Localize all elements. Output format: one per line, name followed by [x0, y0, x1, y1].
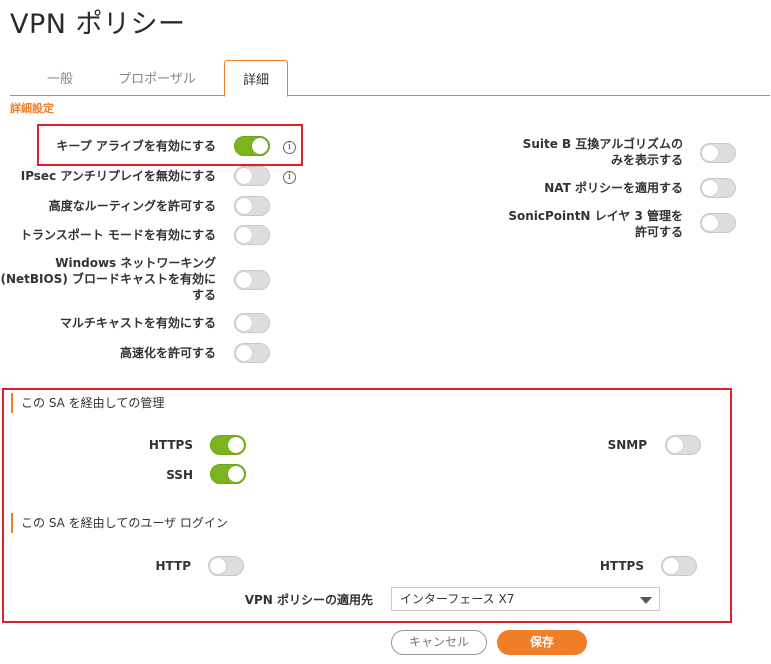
keepalive-toggle[interactable] [234, 136, 270, 156]
suiteb-label-line1: Suite B 互換アルゴリズムの [522, 137, 683, 151]
toggle-knob [252, 138, 268, 154]
chevron-down-icon [640, 597, 652, 604]
login-https-label: HTTPS [599, 559, 644, 573]
toggle-knob [236, 168, 252, 184]
mgmt-https-toggle[interactable] [210, 435, 246, 455]
transport-mode-toggle[interactable] [234, 225, 270, 245]
suiteb-label: Suite B 互換アルゴリズムの みを表示する [523, 136, 683, 168]
netbios-label-line3: する [191, 288, 216, 302]
sonicpoint-l3-toggle[interactable] [700, 213, 736, 233]
toggle-knob [228, 437, 244, 453]
mgmt-https-label: HTTPS [148, 438, 193, 452]
multicast-label: マルチキャストを有効にする [59, 316, 216, 330]
advanced-routing-toggle[interactable] [234, 196, 270, 216]
apply-to-select[interactable]: インターフェース X7 [391, 587, 660, 611]
toggle-knob [236, 198, 252, 214]
acceleration-label: 高速化を許可する [119, 346, 216, 360]
sonicpoint-l3-label: SonicPointN レイヤ 3 管理を 許可する [508, 208, 683, 240]
keepalive-info-icon[interactable]: i [283, 141, 296, 154]
keepalive-label: キープ アライブを有効にする [56, 139, 216, 153]
tab-proposals[interactable]: プロポーザル [103, 60, 211, 95]
page-title: VPN ポリシー [10, 9, 186, 40]
toggle-knob [210, 558, 226, 574]
suiteb-toggle[interactable] [700, 143, 736, 163]
nat-policy-label: NAT ポリシーを適用する [544, 181, 683, 195]
toggle-knob [702, 145, 718, 161]
toggle-knob [236, 227, 252, 243]
tab-general[interactable]: 一般 [30, 60, 90, 95]
suiteb-label-line2: みを表示する [610, 153, 683, 167]
toggle-knob [236, 272, 252, 288]
mgmt-snmp-toggle[interactable] [665, 435, 701, 455]
apply-to-label: VPN ポリシーの適用先 [244, 593, 373, 607]
transport-mode-label: トランスポート モードを有効にする [19, 228, 216, 242]
toggle-knob [702, 215, 718, 231]
ipsec-antireplay-label: IPsec アンチリプレイを無効にする [20, 169, 216, 183]
netbios-label-line1: Windows ネットワーキング [55, 256, 216, 270]
netbios-broadcast-toggle[interactable] [234, 270, 270, 290]
multicast-toggle[interactable] [234, 313, 270, 333]
toggle-knob [236, 315, 252, 331]
login-http-label: HTTP [155, 559, 191, 573]
sonicpoint-label-line2: 許可する [634, 225, 683, 239]
netbios-label-line2: (NetBIOS) ブロードキャストを有効に [0, 272, 216, 286]
tab-advanced[interactable]: 詳細 [224, 60, 288, 97]
mgmt-ssh-toggle[interactable] [210, 464, 246, 484]
mgmt-snmp-label: SNMP [607, 438, 647, 452]
netbios-broadcast-label: Windows ネットワーキング (NetBIOS) ブロードキャストを有効に … [0, 255, 216, 303]
ipsec-antireplay-toggle[interactable] [234, 166, 270, 186]
apply-to-value: インターフェース X7 [400, 592, 515, 606]
advanced-routing-label: 高度なルーティングを許可する [48, 199, 216, 213]
save-button[interactable]: 保存 [497, 630, 587, 655]
toggle-knob [663, 558, 679, 574]
login-https-toggle[interactable] [661, 556, 697, 576]
tab-underline [10, 95, 770, 96]
sonicpoint-label-line1: SonicPointN レイヤ 3 管理を [508, 209, 683, 223]
toggle-knob [667, 437, 683, 453]
login-http-toggle[interactable] [208, 556, 244, 576]
toggle-knob [702, 180, 718, 196]
toggle-knob [228, 466, 244, 482]
toggle-knob [236, 345, 252, 361]
management-heading: この SA を経由しての管理 [11, 393, 164, 413]
acceleration-toggle[interactable] [234, 343, 270, 363]
mgmt-ssh-label: SSH [166, 468, 193, 482]
ipsec-antireplay-info-icon[interactable]: i [283, 171, 296, 184]
user-login-heading: この SA を経由してのユーザ ログイン [11, 513, 228, 533]
cancel-button[interactable]: キャンセル [391, 630, 487, 655]
nat-policy-toggle[interactable] [700, 178, 736, 198]
section-heading: 詳細設定 [10, 102, 54, 115]
